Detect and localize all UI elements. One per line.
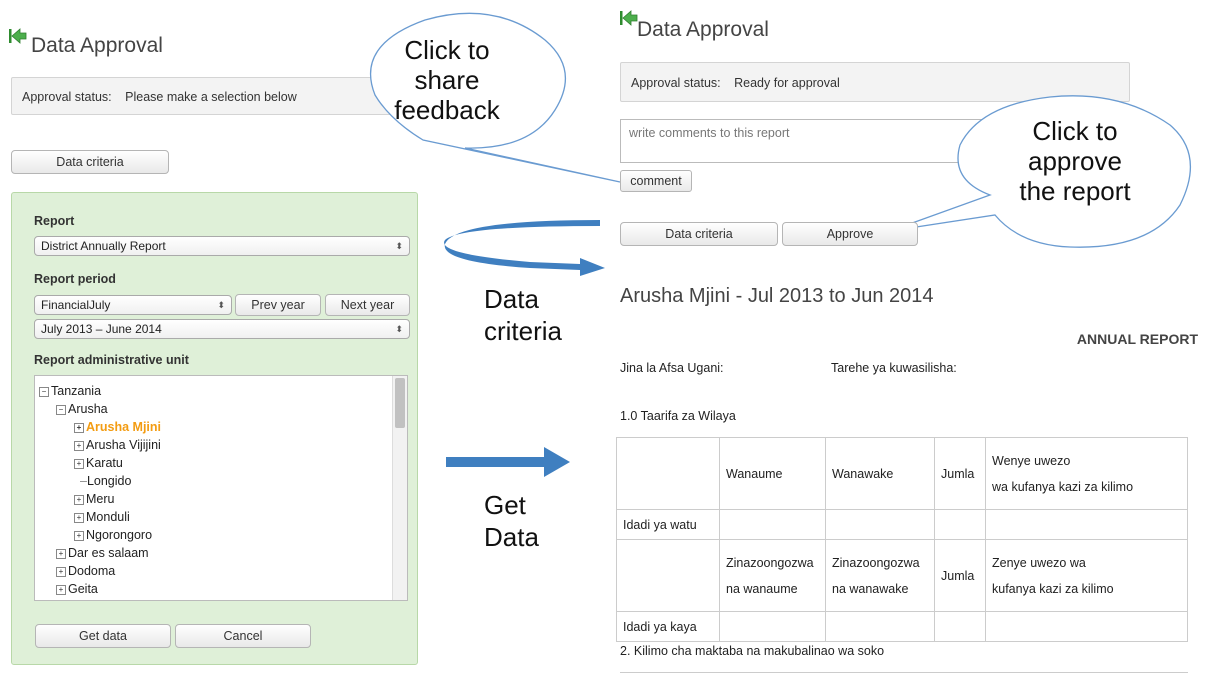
data-criteria-arrow [444,220,605,276]
expand-icon[interactable]: + [56,548,66,559]
table-row: Idadi ya kaya [616,611,1188,642]
tree-node-arusha-vijijini[interactable]: + Arusha Vijijini [74,437,161,453]
report-period-label: Report period [34,272,116,286]
data-criteria-annotation: Data criteria [484,284,563,346]
table-cell: Idadi ya kaya [616,611,720,642]
tree-node-dar-es-salaam[interactable]: + Dar es salaam [56,545,149,561]
district-info-table: Wanaume Wanawake Jumla Wenye uwezo wa kuf… [616,437,1188,642]
expand-icon[interactable]: + [74,458,84,469]
collapse-icon[interactable]: − [56,404,66,415]
collapse-icon[interactable]: − [39,386,49,397]
expand-icon[interactable]: + [74,494,84,505]
period-select[interactable]: July 2013 – June 2014 ⬍ [34,319,410,339]
report-title: Arusha Mjini - Jul 2013 to Jun 2014 [620,285,934,307]
section-1-heading: 1.0 Taarifa za Wilaya [620,409,736,423]
tree-node-longido[interactable]: –Longido [80,473,131,489]
expand-icon[interactable]: + [56,584,66,595]
select-arrows-icon: ⬍ [395,241,403,251]
tree-scrollbar[interactable] [392,376,407,600]
table-cell: Zinazoongozwa na wanaume [719,539,826,612]
feedback-callout-text: Click to share feedback [394,35,500,125]
next-year-button[interactable]: Next year [325,294,410,316]
tree-node-arusha[interactable]: − Arusha [56,401,108,417]
tree-node-dodoma[interactable]: + Dodoma [56,563,115,579]
table-cell: Zinazoongozwa na wanawake [825,539,935,612]
report-label: Report [34,214,75,228]
approval-status-text: Ready for approval [734,76,840,90]
expand-icon[interactable]: + [74,512,84,523]
criteria-panel: Report District Annually Report ⬍ Report… [11,192,418,665]
admin-unit-label: Report administrative unit [34,353,189,367]
table-cell: Jumla [934,437,986,510]
expand-icon[interactable]: + [74,422,84,433]
prev-year-button[interactable]: Prev year [235,294,321,316]
tree-node-monduli[interactable]: + Monduli [74,509,130,525]
table-cell: Idadi ya watu [616,509,720,540]
table-cell: Wanaume [719,437,826,510]
annual-report-heading: ANNUAL REPORT [1076,331,1198,347]
org-unit-tree: − Tanzania − Arusha + Arusha Mjini + Arusha … [34,375,408,601]
tree-node-arusha-mjini[interactable]: + Arusha Mjini [74,419,161,435]
section-2-heading: 2. Kilimo cha maktaba na makubalinao wa … [620,644,885,658]
report-select-value: District Annually Report [41,239,166,253]
table-cell: Wanawake [825,437,935,510]
page-title-right: Data Approval [637,18,769,41]
cancel-button[interactable]: Cancel [175,624,311,648]
table-row: Zinazoongozwa na wanaume Zinazoongozwa na … [616,539,1188,612]
get-data-arrow [446,447,570,477]
table-cell: Zenye uwezo wa kufanya kazi za kilimo [985,539,1188,612]
period-type-value: FinancialJuly [41,298,111,312]
approve-button[interactable]: Approve [782,222,918,246]
afsa-label: Jina la Afsa Ugani: [620,361,724,375]
expand-icon[interactable]: + [74,440,84,451]
tarehe-label: Tarehe ya kuwasilisha: [831,361,957,375]
table-row: Idadi ya watu [616,509,1188,540]
back-arrow-icon[interactable] [9,28,27,44]
tree-node-karatu[interactable]: + Karatu [74,455,123,471]
select-arrows-icon: ⬍ [395,324,403,334]
table-edge [620,672,1188,678]
approve-callout-text: Click to approve the report [1019,116,1131,206]
table-cell: Jumla [934,539,986,612]
period-type-select[interactable]: FinancialJuly ⬍ [34,295,232,315]
tree-node-geita[interactable]: + Geita [56,581,98,597]
tree-node-meru[interactable]: + Meru [74,491,114,507]
comment-button[interactable]: comment [620,170,692,192]
approval-status-label: Approval status: [22,90,112,104]
expand-icon[interactable]: + [74,530,84,541]
tree-node-tanzania[interactable]: − Tanzania [39,383,101,399]
period-select-value: July 2013 – June 2014 [41,322,162,336]
tree-node-ngorongoro[interactable]: + Ngorongoro [74,527,152,543]
data-criteria-button-right[interactable]: Data criteria [620,222,778,246]
report-select[interactable]: District Annually Report ⬍ [34,236,410,256]
approval-status-label: Approval status: [631,76,721,90]
get-data-annotation: Get Data [484,490,539,552]
approval-status-text: Please make a selection below [125,90,297,104]
get-data-button[interactable]: Get data [35,624,171,648]
tree-scrollbar-thumb[interactable] [395,378,405,428]
table-cell: Wenye uwezo wa kufanya kazi za kilimo [985,437,1188,510]
data-criteria-button[interactable]: Data criteria [11,150,169,174]
page-title: Data Approval [31,34,163,57]
back-arrow-icon[interactable] [620,10,638,26]
select-arrows-icon: ⬍ [217,300,225,310]
table-row: Wanaume Wanawake Jumla Wenye uwezo wa kuf… [616,437,1188,510]
expand-icon[interactable]: + [56,566,66,577]
